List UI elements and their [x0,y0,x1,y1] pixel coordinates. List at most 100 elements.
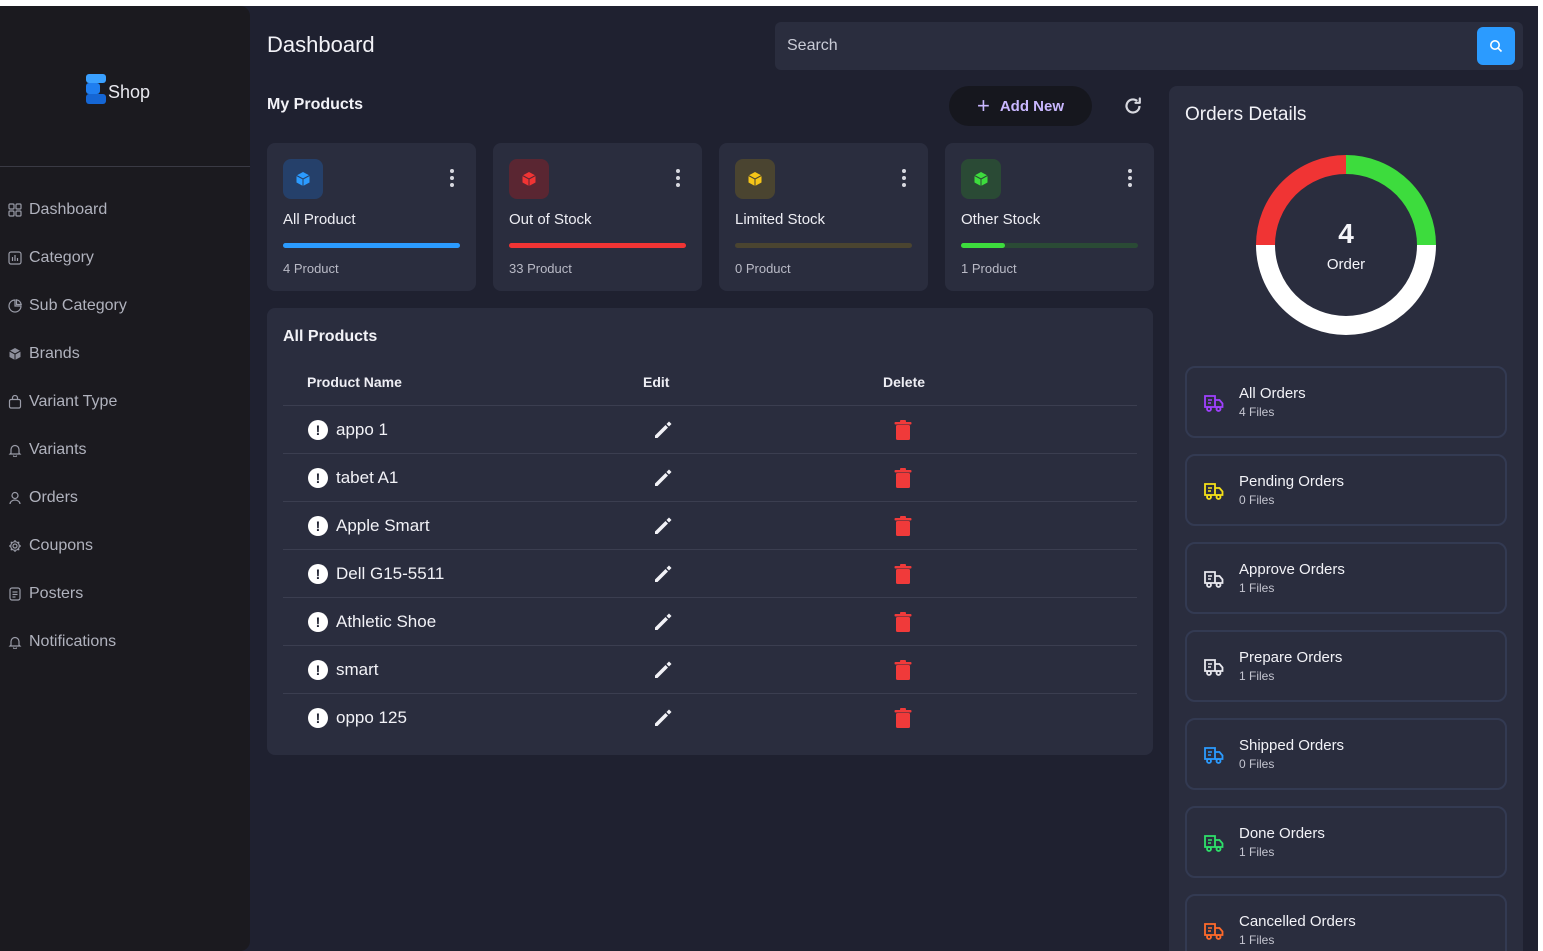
sidebar-item-label: Orders [29,489,78,506]
edit-icon[interactable] [652,467,674,489]
sidebar-item-dashboard[interactable]: Dashboard [8,186,127,234]
order-item-cancelled[interactable]: Cancelled Orders 1 Files [1185,894,1507,951]
warning-icon: ! [308,564,328,584]
delete-icon[interactable] [893,563,913,585]
truck-icon [1204,571,1224,588]
delete-icon[interactable] [893,419,913,441]
order-item-all[interactable]: All Orders 4 Files [1185,366,1507,438]
sidebar-item-label: Variants [29,441,87,458]
window-edge [1538,6,1543,951]
card-subtitle: 0 Product [735,261,791,276]
more-options-icon[interactable] [676,169,680,187]
table-header: Product Name Edit Delete [283,366,1137,406]
progress-fill [961,243,1006,248]
add-new-button[interactable]: + Add New [949,86,1092,126]
cube-icon [8,347,22,361]
sidebar-item-label: Notifications [29,633,117,650]
card-out-of-stock[interactable]: Out of Stock 33 Product [493,143,702,291]
order-item-done[interactable]: Done Orders 1 Files [1185,806,1507,878]
edit-icon[interactable] [652,419,674,441]
delete-icon[interactable] [893,707,913,729]
card-subtitle: 33 Product [509,261,572,276]
sidebar-item-brands[interactable]: Brands [8,330,127,378]
card-title: Other Stock [961,211,1041,228]
more-options-icon[interactable] [450,169,454,187]
sidebar-item-label: Variant Type [29,393,118,410]
card-all-product[interactable]: All Product 4 Product [267,143,476,291]
product-name: oppo 125 [336,708,407,727]
sidebar-item-variants[interactable]: Variants [8,426,127,474]
donut-center: 4 Order [1255,154,1437,336]
cube-icon [961,159,1001,199]
more-options-icon[interactable] [902,169,906,187]
order-count: 1 Files [1239,933,1275,947]
card-subtitle: 4 Product [283,261,339,276]
user-icon [8,491,22,505]
sidebar-item-sub-category[interactable]: Sub Category [8,282,127,330]
search-button[interactable] [1477,27,1515,65]
sidebar-item-orders[interactable]: Orders [8,474,127,522]
edit-icon[interactable] [652,707,674,729]
progress-track [961,243,1138,248]
column-header-edit: Edit [643,374,670,390]
truck-icon [1204,659,1224,676]
edit-icon[interactable] [652,515,674,537]
sidebar-item-label: Category [29,249,94,266]
table-row[interactable]: ! tabet A1 [283,454,1137,502]
order-item-prepare[interactable]: Prepare Orders 1 Files [1185,630,1507,702]
product-stat-cards: All Product 4 Product Out of Stock 33 Pr… [267,143,1154,291]
table-row[interactable]: ! Apple Smart [283,502,1137,550]
order-label: Approve Orders [1239,561,1345,578]
order-label: All Orders [1239,385,1306,402]
table-row[interactable]: ! oppo 125 [283,694,1137,742]
orders-total: 4 [1338,217,1354,249]
orders-details-title: Orders Details [1185,104,1307,125]
search-input[interactable] [775,22,1475,70]
order-item-shipped[interactable]: Shipped Orders 0 Files [1185,718,1507,790]
refresh-icon[interactable] [1122,95,1144,117]
pie-icon [8,299,22,313]
table-row[interactable]: ! appo 1 [283,406,1137,454]
card-other-stock[interactable]: Other Stock 1 Product [945,143,1154,291]
edit-icon[interactable] [652,563,674,585]
sidebar-item-category[interactable]: Category [8,234,127,282]
edit-icon[interactable] [652,659,674,681]
order-item-pending[interactable]: Pending Orders 0 Files [1185,454,1507,526]
order-item-approve[interactable]: Approve Orders 1 Files [1185,542,1507,614]
table-row[interactable]: ! Athletic Shoe [283,598,1137,646]
delete-icon[interactable] [893,515,913,537]
delete-icon[interactable] [893,611,913,633]
edit-icon[interactable] [652,611,674,633]
card-title: All Product [283,211,356,228]
progress-track [509,243,686,248]
app-window: Shop Dashboard Category Sub Category Bra… [0,6,1538,951]
order-count: 4 Files [1239,405,1275,419]
cube-icon [509,159,549,199]
more-options-icon[interactable] [1128,169,1132,187]
progress-fill [283,243,460,248]
card-limited-stock[interactable]: Limited Stock 0 Product [719,143,928,291]
product-name: Apple Smart [336,516,430,535]
order-label: Cancelled Orders [1239,913,1356,930]
brand-name: Shop [108,81,151,102]
search-bar [775,22,1523,70]
orders-total-label: Order [1326,255,1366,273]
brand-logo[interactable]: Shop [86,74,150,104]
order-count: 1 Files [1239,845,1275,859]
warning-icon: ! [308,420,328,440]
table-row[interactable]: ! Dell G15-5511 [283,550,1137,598]
sidebar-item-posters[interactable]: Posters [8,570,127,618]
delete-icon[interactable] [893,659,913,681]
table-row[interactable]: ! smart [283,646,1137,694]
sidebar-item-label: Coupons [29,537,94,554]
column-header-product-name: Product Name [307,374,402,390]
delete-icon[interactable] [893,467,913,489]
sidebar-item-variant-type[interactable]: Variant Type [8,378,127,426]
cube-icon [283,159,323,199]
sidebar: Shop Dashboard Category Sub Category Bra… [0,6,250,951]
card-subtitle: 1 Product [961,261,1017,276]
sidebar-item-label: Sub Category [29,297,127,314]
sidebar-item-coupons[interactable]: Coupons [8,522,127,570]
truck-icon [1204,835,1224,852]
sidebar-item-notifications[interactable]: Notifications [8,618,127,666]
